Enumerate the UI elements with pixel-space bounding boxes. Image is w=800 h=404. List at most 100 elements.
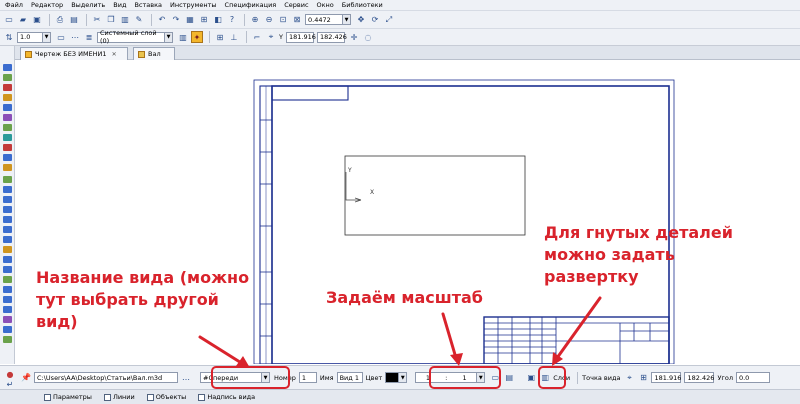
parametrization-icon[interactable] bbox=[3, 104, 12, 111]
rectangle-icon[interactable] bbox=[3, 236, 12, 243]
properties-icon[interactable]: ▦ bbox=[184, 14, 196, 26]
ortho-icon[interactable]: ⊥ bbox=[228, 31, 240, 43]
zoom-all-icon[interactable]: ⊠ bbox=[291, 14, 303, 26]
fillet-icon[interactable] bbox=[3, 276, 12, 283]
chevron-down-icon[interactable]: ▼ bbox=[399, 372, 408, 383]
zoom-in-icon[interactable]: ⊕ bbox=[249, 14, 261, 26]
menu-libraries[interactable]: Библиотеки bbox=[342, 1, 383, 9]
edit-icon[interactable] bbox=[3, 94, 12, 101]
view-point-icon[interactable]: ⌖ bbox=[623, 372, 635, 384]
tab-shaft-model[interactable]: Вал bbox=[133, 47, 175, 60]
axis-icon[interactable] bbox=[3, 316, 12, 323]
menu-editor[interactable]: Редактор bbox=[31, 1, 63, 9]
spline-icon[interactable] bbox=[3, 326, 12, 333]
coord-y-field[interactable]: 182.426 bbox=[316, 31, 347, 43]
circle-icon[interactable] bbox=[3, 206, 12, 213]
pan-icon[interactable]: ✥ bbox=[355, 14, 367, 26]
fit-icon[interactable]: ⤢ bbox=[383, 14, 395, 26]
geometry-icon[interactable] bbox=[3, 64, 12, 71]
manager-icon[interactable]: ◧ bbox=[212, 14, 224, 26]
menu-window[interactable]: Окно bbox=[317, 1, 334, 9]
tab-lines[interactable]: Линии bbox=[103, 393, 135, 401]
zoom-field[interactable]: 0.4472 bbox=[305, 14, 343, 25]
local-cs-icon[interactable]: ⌖ bbox=[265, 31, 277, 43]
select-icon[interactable] bbox=[3, 124, 12, 131]
unfold-icon[interactable]: ▣ bbox=[525, 372, 537, 384]
cut-icon[interactable]: ✂ bbox=[91, 14, 103, 26]
dimensions-icon[interactable] bbox=[3, 74, 12, 81]
clear-icon[interactable]: ◌ bbox=[362, 31, 374, 43]
help-icon[interactable]: ? bbox=[226, 14, 238, 26]
bezier-icon[interactable] bbox=[3, 266, 12, 273]
save-icon[interactable]: ▣ bbox=[31, 14, 43, 26]
close-icon[interactable]: ✕ bbox=[112, 51, 117, 58]
step-field[interactable]: 1.0 bbox=[17, 31, 43, 43]
pick-point-icon[interactable]: ✛ bbox=[348, 31, 360, 43]
view-icon[interactable]: ▭ bbox=[55, 31, 67, 43]
chevron-down-icon[interactable]: ▼ bbox=[165, 31, 173, 43]
segment-icon[interactable] bbox=[3, 196, 12, 203]
macro-icon[interactable] bbox=[3, 336, 12, 343]
menu-service[interactable]: Сервис bbox=[284, 1, 308, 9]
coord-x-field[interactable]: 181.916 bbox=[285, 31, 316, 43]
reports-icon[interactable] bbox=[3, 154, 12, 161]
number-field[interactable]: 1 bbox=[298, 372, 317, 383]
line-icon[interactable] bbox=[3, 186, 12, 193]
polyline-icon[interactable] bbox=[3, 256, 12, 263]
chevron-down-icon[interactable]: ▼ bbox=[43, 31, 51, 43]
menu-select[interactable]: Выделить bbox=[71, 1, 105, 9]
menu-specification[interactable]: Спецификация bbox=[225, 1, 277, 9]
shading-icon[interactable]: ▤ bbox=[503, 372, 515, 384]
grid-icon[interactable]: ⋯ bbox=[69, 31, 81, 43]
copy-icon[interactable]: ❐ bbox=[105, 14, 117, 26]
equidistant-icon[interactable] bbox=[3, 296, 12, 303]
designations-icon[interactable] bbox=[3, 84, 12, 91]
grid-tool-icon[interactable]: ⊞ bbox=[198, 14, 210, 26]
zoom-out-icon[interactable]: ⊖ bbox=[263, 14, 275, 26]
name-field[interactable]: Вид 1 bbox=[336, 372, 363, 383]
redo-icon[interactable]: ↷ bbox=[170, 14, 182, 26]
step-icon[interactable]: ⇅ bbox=[3, 31, 15, 43]
angle-field[interactable]: 0.0 bbox=[735, 372, 770, 383]
menu-view[interactable]: Вид bbox=[113, 1, 126, 9]
tab-parameters[interactable]: Параметры bbox=[44, 393, 92, 401]
point-icon[interactable] bbox=[3, 176, 12, 183]
view-point-x-field[interactable]: 181.916 bbox=[651, 372, 682, 383]
arc-icon[interactable] bbox=[3, 216, 12, 223]
hatch-icon[interactable] bbox=[3, 246, 12, 253]
layer-icon[interactable]: ≣ bbox=[83, 31, 95, 43]
color-swatch[interactable] bbox=[385, 372, 400, 383]
preview-icon[interactable]: ▤ bbox=[68, 14, 80, 26]
chevron-down-icon[interactable]: ▼ bbox=[343, 14, 351, 25]
open-file-icon[interactable]: ▰ bbox=[17, 14, 29, 26]
chamfer-icon[interactable] bbox=[3, 286, 12, 293]
reset-snap-icon[interactable]: ⊞ bbox=[214, 31, 226, 43]
tab-view-caption[interactable]: Надпись вида bbox=[198, 393, 255, 401]
tab-drawing[interactable]: Чертеж БЕЗ ИМЕНИ1 ✕ bbox=[20, 47, 128, 60]
spec-icon[interactable] bbox=[3, 144, 12, 151]
zoom-window-icon[interactable]: ⊡ bbox=[277, 14, 289, 26]
undo-icon[interactable]: ↶ bbox=[156, 14, 168, 26]
menu-insert[interactable]: Вставка bbox=[134, 1, 162, 9]
print-icon[interactable]: ⎙ bbox=[54, 14, 66, 26]
refresh-icon[interactable]: ⟳ bbox=[369, 14, 381, 26]
coordinates-icon[interactable]: ⊞ bbox=[637, 372, 649, 384]
tab-objects[interactable]: Объекты bbox=[146, 393, 186, 401]
ellipse-icon[interactable] bbox=[3, 226, 12, 233]
associative-views-icon[interactable] bbox=[3, 134, 12, 141]
browse-icon[interactable]: … bbox=[180, 372, 192, 384]
view-point-y-field[interactable]: 182.426 bbox=[684, 372, 715, 383]
pin-icon[interactable]: 📌 bbox=[20, 372, 32, 384]
insert-icon[interactable] bbox=[3, 164, 12, 171]
new-file-icon[interactable]: ▭ bbox=[3, 14, 15, 26]
round-icon[interactable]: ⌐ bbox=[251, 31, 263, 43]
model-path-field[interactable]: C:\Users\AA\Desktop\Статьи\Вал.m3d bbox=[34, 372, 178, 383]
format-icon[interactable]: ✎ bbox=[133, 14, 145, 26]
layer-properties-icon[interactable]: ▥ bbox=[177, 31, 189, 43]
paste-icon[interactable]: ▥ bbox=[119, 14, 131, 26]
menu-file[interactable]: Файл bbox=[5, 1, 23, 9]
layer-field[interactable]: Системный слой (0) bbox=[97, 29, 165, 45]
measure-icon[interactable] bbox=[3, 114, 12, 121]
snap-icon[interactable]: ✦ bbox=[191, 31, 203, 43]
contour-icon[interactable] bbox=[3, 306, 12, 313]
